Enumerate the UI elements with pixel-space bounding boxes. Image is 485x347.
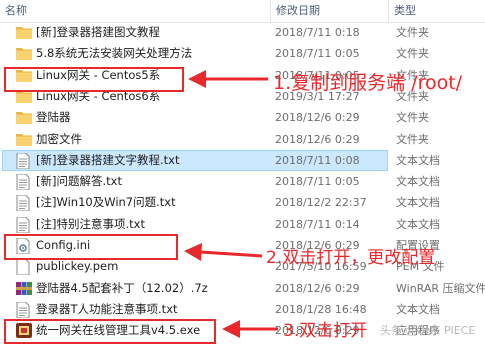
annotation-step-2: 2.双击打开，更改配置 bbox=[266, 248, 436, 268]
watermark: 头条 @ONE PIECE bbox=[380, 324, 476, 337]
annotation-step-3: 3.双击打开 bbox=[283, 321, 368, 341]
annotation-step-1: 1.复制到服务端 /root/ bbox=[273, 72, 463, 94]
annotation-arrows bbox=[184, 70, 278, 338]
